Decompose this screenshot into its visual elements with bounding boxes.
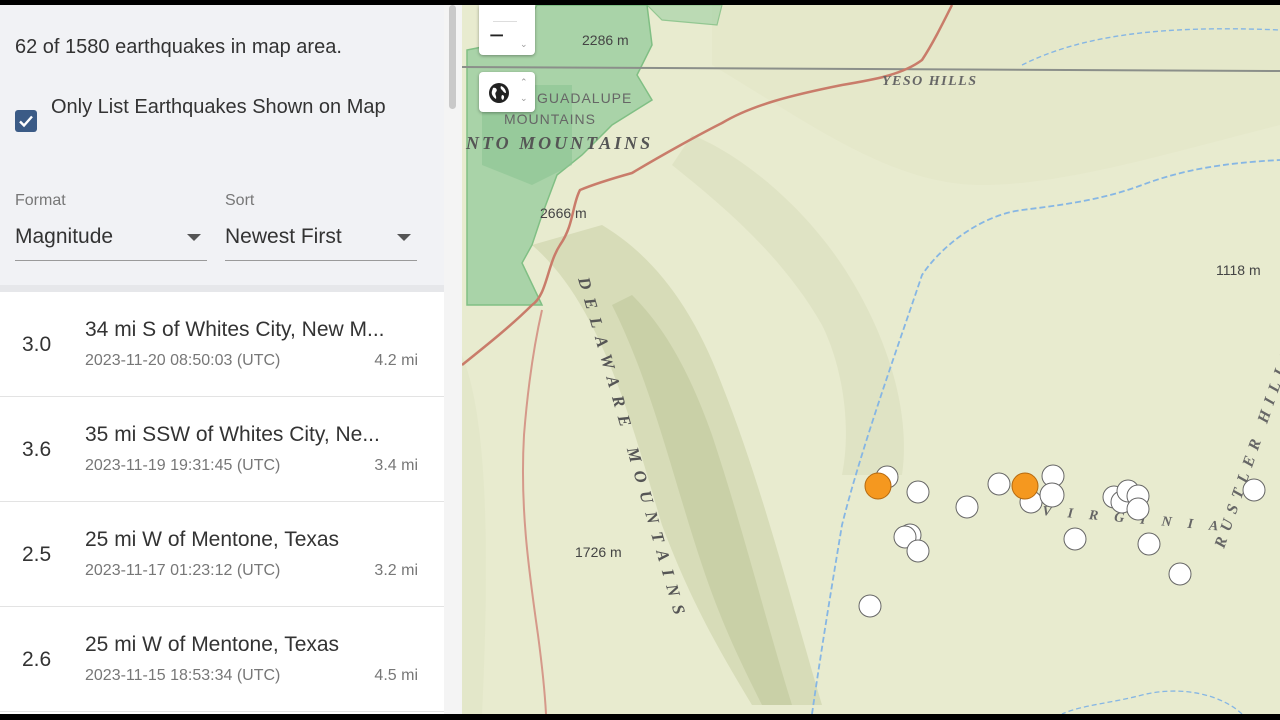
globe-icon [489, 83, 509, 103]
app-frame: 62 of 1580 earthquakes in map area. Only… [0, 5, 1280, 714]
magnitude: 2.6 [22, 648, 52, 671]
chevron-down-icon [187, 234, 201, 241]
only-list-shown-label[interactable]: Only List Earthquakes Shown on Map [51, 90, 411, 125]
list-scrollbar[interactable] [444, 5, 462, 714]
earthquake-marker[interactable] [906, 539, 930, 563]
location: 25 mi W of Mentone, Texas [85, 528, 340, 551]
earthquake-list-item[interactable]: 2.6 25 mi W of Mentone, Texas 2023-11-15… [0, 607, 444, 712]
format-select[interactable]: Magnitude [15, 220, 207, 261]
timestamp: 2023-11-20 08:50:03 (UTC) [85, 352, 281, 369]
depth: 3.4 mi [374, 457, 418, 474]
magnitude: 3.0 [22, 333, 52, 356]
location: 34 mi S of Whites City, New M... [85, 318, 385, 341]
mountain-range-label: NTO MOUNTAINS [465, 133, 653, 153]
earthquake-marker[interactable] [1168, 562, 1192, 586]
earthquake-marker-recent[interactable] [864, 472, 892, 500]
chevron-down-icon [397, 234, 411, 241]
earthquake-marker[interactable] [987, 472, 1011, 496]
place-label: GUADALUPE [537, 90, 632, 106]
timestamp: 2023-11-19 19:31:45 (UTC) [85, 457, 281, 474]
place-label: MOUNTAINS [504, 111, 596, 127]
bottom-letterbox [0, 714, 1280, 720]
place-label: YESO HILLS [882, 74, 978, 89]
earthquake-count-text: 62 of 1580 earthquakes in map area. [15, 36, 342, 58]
earthquake-list-panel: 62 of 1580 earthquakes in map area. Only… [0, 5, 444, 714]
depth: 3.2 mi [374, 562, 418, 579]
earthquake-marker[interactable] [1039, 482, 1065, 508]
chevron-down-icon: ⌄ [520, 93, 528, 103]
zoom-out-button[interactable]: − [489, 22, 504, 48]
earthquake-marker[interactable] [858, 594, 882, 618]
elevation-label: 1726 m [575, 544, 622, 560]
map-view[interactable]: 2286 m GUADALUPE MOUNTAINS NTO MOUNTAINS… [462, 5, 1280, 714]
earthquake-marker[interactable] [1242, 478, 1266, 502]
chevron-up-icon: ⌃ [520, 77, 528, 87]
location: 35 mi SSW of Whites City, Ne... [85, 423, 380, 446]
earthquake-list-item[interactable]: 3.6 35 mi SSW of Whites City, Ne... 2023… [0, 397, 444, 502]
earthquake-marker[interactable] [1137, 532, 1161, 556]
earthquake-list-item[interactable]: 2.5 25 mi W of Mentone, Texas 2023-11-17… [0, 502, 444, 607]
sort-select[interactable]: Newest First [225, 220, 417, 261]
sort-label: Sort [225, 192, 255, 209]
sort-select-value: Newest First [225, 225, 342, 248]
divider [0, 285, 444, 292]
elevation-label: 1118 m [1216, 262, 1261, 278]
terrain-map[interactable]: 2286 m GUADALUPE MOUNTAINS NTO MOUNTAINS… [462, 5, 1280, 714]
only-list-shown-checkbox[interactable] [15, 110, 37, 132]
checkmark-icon [19, 115, 33, 128]
depth: 4.5 mi [374, 667, 418, 684]
earthquake-list: 3.0 34 mi S of Whites City, New M... 202… [0, 292, 444, 712]
depth: 4.2 mi [374, 352, 418, 369]
basemap-button[interactable]: ⌃ ⌄ [479, 72, 535, 112]
timestamp: 2023-11-17 01:23:12 (UTC) [85, 562, 281, 579]
format-select-value: Magnitude [15, 225, 114, 248]
timestamp: 2023-11-15 18:53:34 (UTC) [85, 667, 281, 684]
earthquake-marker[interactable] [1126, 497, 1150, 521]
elevation-label: 2666 m [540, 205, 587, 221]
location: 25 mi W of Mentone, Texas [85, 633, 340, 656]
zoom-control: − ⌄ [479, 5, 535, 55]
format-label: Format [15, 192, 66, 209]
earthquake-marker[interactable] [955, 495, 979, 519]
earthquake-marker[interactable] [906, 480, 930, 504]
list-controls: 62 of 1580 earthquakes in map area. Only… [0, 5, 444, 285]
earthquake-list-item[interactable]: 3.0 34 mi S of Whites City, New M... 202… [0, 292, 444, 397]
chevron-down-icon: ⌄ [520, 39, 528, 49]
earthquake-marker-recent[interactable] [1011, 472, 1039, 500]
elevation-label: 2286 m [582, 32, 629, 48]
earthquake-marker[interactable] [1063, 527, 1087, 551]
scrollbar-thumb[interactable] [449, 5, 456, 109]
magnitude: 3.6 [22, 438, 52, 461]
magnitude: 2.5 [22, 543, 52, 566]
